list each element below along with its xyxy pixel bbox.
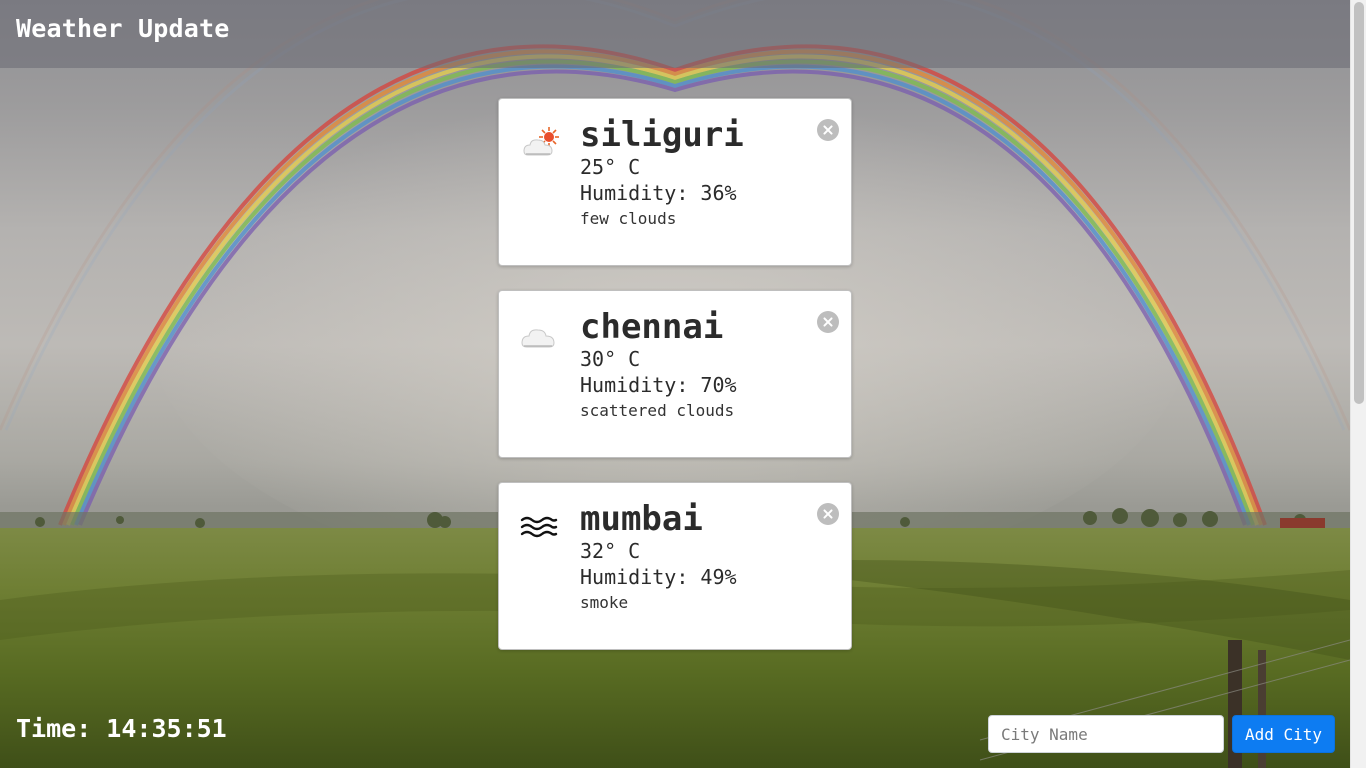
weather-card-mumbai: mumbai 32° C Humidity: 49% smoke	[498, 482, 852, 650]
page-title: Weather Update	[16, 14, 230, 43]
humidity: Humidity: 49%	[580, 565, 737, 589]
weather-description: smoke	[580, 593, 629, 612]
cloud-icon	[519, 315, 559, 355]
humidity: Humidity: 70%	[580, 373, 737, 397]
city-name: siliguri	[580, 115, 744, 155]
temperature: 30° C	[580, 347, 641, 371]
scrollbar-thumb[interactable]	[1354, 2, 1364, 404]
humidity: Humidity: 36%	[580, 181, 737, 205]
weather-card-siliguri: siliguri 25° C Humidity: 36% few clouds	[498, 98, 852, 266]
haze-icon	[519, 507, 559, 547]
header-bar: Weather Update	[0, 0, 1350, 68]
remove-city-button[interactable]	[817, 311, 839, 333]
city-name: chennai	[580, 307, 724, 347]
add-city-button[interactable]: Add City	[1232, 715, 1335, 753]
few-clouds-icon	[519, 123, 559, 163]
weather-description: few clouds	[580, 209, 677, 228]
temperature: 25° C	[580, 155, 641, 179]
city-name: mumbai	[580, 499, 703, 539]
page-scrollbar[interactable]	[1350, 0, 1366, 768]
remove-city-button[interactable]	[817, 119, 839, 141]
current-time: Time: 14:35:51	[16, 714, 227, 743]
weather-description: scattered clouds	[580, 401, 735, 420]
temperature: 32° C	[580, 539, 641, 563]
weather-card-chennai: chennai 30° C Humidity: 70% scattered cl…	[498, 290, 852, 458]
remove-city-button[interactable]	[817, 503, 839, 525]
city-name-input[interactable]	[988, 715, 1224, 753]
